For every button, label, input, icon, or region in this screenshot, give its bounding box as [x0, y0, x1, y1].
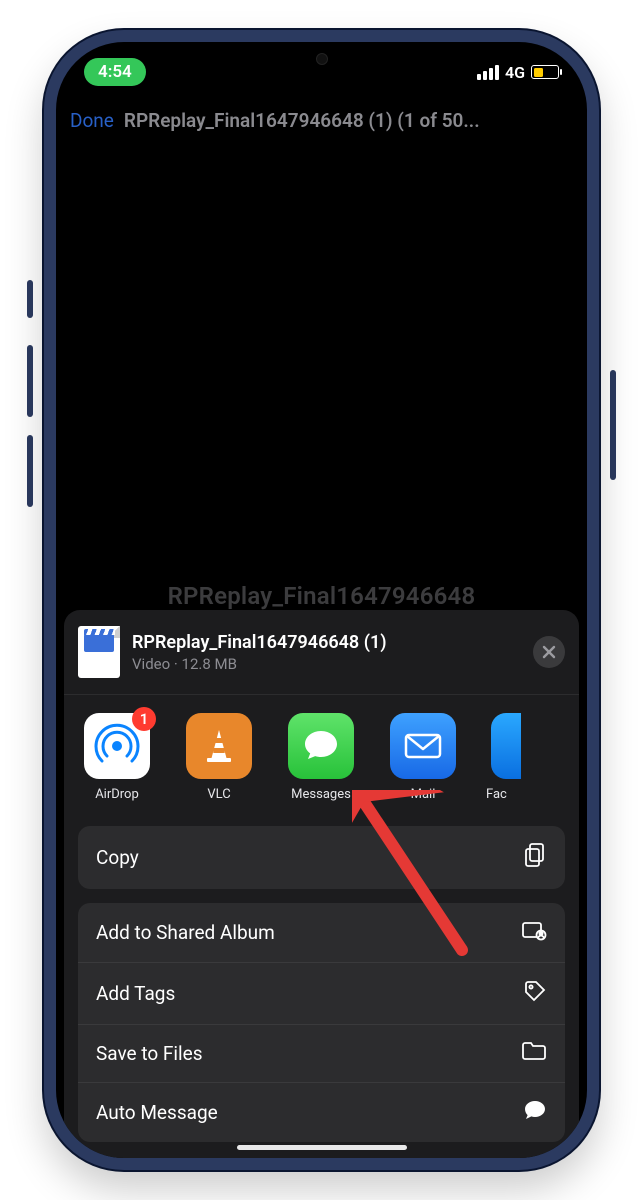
action-label: Copy — [96, 846, 139, 869]
share-app-label: VLC — [180, 787, 258, 802]
share-app-vlc[interactable]: VLC — [180, 713, 258, 802]
phone-frame: 4:54 4G Done RPReplay_Final1647946648 (1… — [44, 30, 599, 1170]
share-app-mail[interactable]: Mail — [384, 713, 462, 802]
action-label: Auto Message — [96, 1101, 218, 1124]
chat-icon — [523, 1099, 547, 1126]
share-sheet: RPReplay_Final1647946648 (1) Video · 12.… — [64, 610, 579, 1158]
background-filename: RPReplay_Final1647946648 — [56, 582, 587, 610]
file-thumb-icon — [78, 626, 120, 678]
airdrop-badge: 1 — [132, 707, 156, 731]
folder-icon — [521, 1041, 547, 1066]
action-label: Add Tags — [96, 982, 175, 1005]
share-app-label: Mail — [384, 787, 462, 802]
share-app-airdrop[interactable]: 1 AirDrop — [78, 713, 156, 802]
airdrop-icon — [92, 721, 142, 771]
status-time-pill[interactable]: 4:54 — [84, 58, 146, 86]
phone-volume-down — [27, 435, 33, 507]
action-add-tags[interactable]: Add Tags — [78, 962, 565, 1024]
close-button[interactable] — [533, 636, 565, 668]
close-icon — [542, 645, 556, 659]
home-indicator[interactable] — [237, 1145, 407, 1150]
phone-notch — [227, 42, 417, 76]
vlc-icon — [197, 724, 241, 768]
copy-icon — [523, 842, 547, 873]
battery-icon — [531, 65, 559, 79]
share-apps-row[interactable]: 1 AirDrop VLC — [64, 695, 579, 812]
phone-volume-up — [27, 345, 33, 417]
nav-title: RPReplay_Final1647946648 (1) (1 of 50... — [124, 109, 573, 132]
action-label: Add to Shared Album — [96, 921, 275, 944]
action-label: Save to Files — [96, 1042, 203, 1065]
share-sheet-header: RPReplay_Final1647946648 (1) Video · 12.… — [64, 610, 579, 695]
share-file-subtitle: Video · 12.8 MB — [132, 655, 521, 673]
share-app-label: Messages — [282, 787, 360, 802]
share-file-name: RPReplay_Final1647946648 (1) — [132, 632, 521, 653]
action-save-to-files[interactable]: Save to Files — [78, 1024, 565, 1082]
share-app-extra[interactable]: Fac — [486, 713, 526, 802]
action-auto-message[interactable]: Auto Message — [78, 1082, 565, 1142]
share-app-label: Fac — [486, 787, 526, 802]
phone-side-switch — [27, 280, 33, 318]
mail-icon — [399, 722, 447, 770]
nav-bar: Done RPReplay_Final1647946648 (1) (1 of … — [56, 98, 587, 142]
messages-icon — [298, 723, 344, 769]
shared-album-icon — [521, 919, 547, 946]
network-label: 4G — [505, 63, 525, 82]
done-button[interactable]: Done — [70, 109, 114, 132]
signal-icon — [477, 65, 499, 80]
tag-icon — [523, 979, 547, 1008]
share-app-messages[interactable]: Messages — [282, 713, 360, 802]
action-add-shared-album[interactable]: Add to Shared Album — [78, 903, 565, 962]
action-copy[interactable]: Copy — [78, 826, 565, 889]
phone-power-button — [610, 370, 616, 480]
share-app-label: AirDrop — [78, 787, 156, 802]
